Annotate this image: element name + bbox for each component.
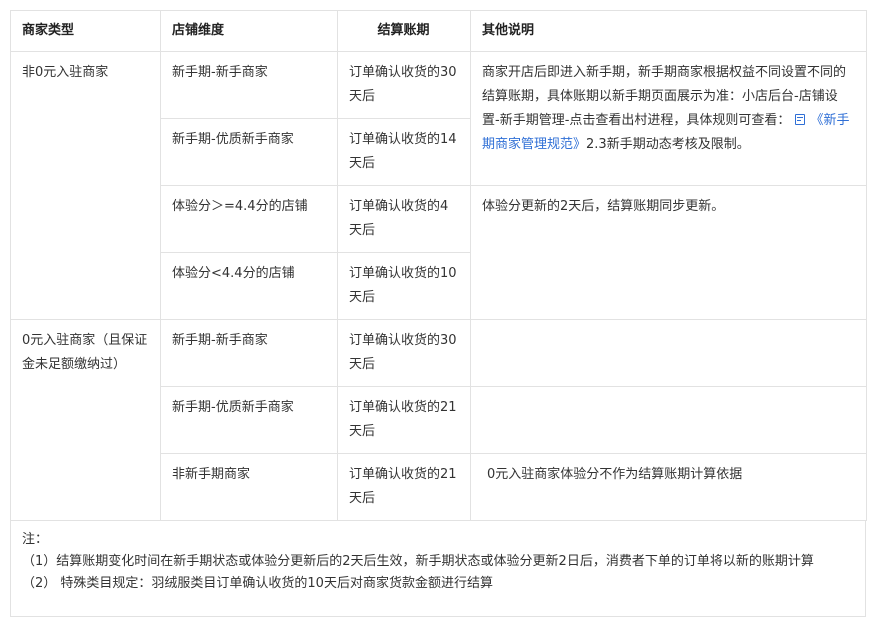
dimension-cell: 新手期-新手商家 (160, 51, 338, 119)
footnote-item: （2） 特殊类目规定：羽绒服类目订单确认收货的10天后对商家货款金额进行结算 (22, 576, 493, 591)
merchant-type-cell: 非0元入驻商家 (10, 51, 161, 320)
period-cell: 订单确认收货的21天后 (337, 386, 471, 454)
document-icon (794, 114, 805, 125)
note-cell-newbie: 商家开店后即进入新手期，新手期商家根据权益不同设置不同的结算账期，具体账期以新手… (470, 51, 867, 186)
note-cell-zero-entry: 0元入驻商家体验分不作为结算账期计算依据 (470, 453, 867, 521)
note-cell-empty (470, 319, 867, 387)
footnotes-title: 注： (22, 532, 49, 547)
period-cell: 订单确认收货的21天后 (337, 453, 471, 521)
header-merchant-type: 商家类型 (10, 10, 161, 52)
header-settlement-period: 结算账期 (337, 10, 471, 52)
dimension-cell: 新手期-优质新手商家 (160, 386, 338, 454)
table-header-row: 商家类型 店铺维度 结算账期 其他说明 (10, 10, 867, 52)
dimension-cell: 新手期-优质新手商家 (160, 118, 338, 186)
table-row: 0元入驻商家（且保证金未足额缴纳过） 新手期-新手商家 订单确认收货的30天后 (10, 319, 867, 521)
header-other-notes: 其他说明 (470, 10, 867, 52)
note-cell-score: 体验分更新的2天后，结算账期同步更新。 (470, 185, 867, 320)
footnote-item: （1）结算账期变化时间在新手期状态或体验分更新后的2天后生效，新手期状态或体验分… (22, 554, 814, 569)
period-cell: 订单确认收货的30天后 (337, 51, 471, 119)
dimension-cell: 体验分＞=4.4分的店铺 (160, 185, 338, 253)
note-cell-empty (470, 386, 867, 454)
header-store-dimension: 店铺维度 (160, 10, 338, 52)
period-cell: 订单确认收货的30天后 (337, 319, 471, 387)
table-row: 非0元入驻商家 新手期-新手商家 订单确认收货的30天后 商家开店后即进入新手期… (10, 51, 867, 320)
settlement-table: 商家类型 店铺维度 结算账期 其他说明 非0元入驻商家 新手期-新手商家 订单确… (10, 10, 867, 521)
footnotes: 注： （1）结算账期变化时间在新手期状态或体验分更新后的2天后生效，新手期状态或… (10, 521, 866, 617)
dimension-cell: 体验分<4.4分的店铺 (160, 252, 338, 320)
period-cell: 订单确认收货的10天后 (337, 252, 471, 320)
note-newbie-suffix: 2.3新手期动态考核及限制。 (586, 137, 750, 152)
period-cell: 订单确认收货的4天后 (337, 185, 471, 253)
dimension-cell: 非新手期商家 (160, 453, 338, 521)
merchant-type-cell: 0元入驻商家（且保证金未足额缴纳过） (10, 319, 161, 521)
note-newbie-text: 商家开店后即进入新手期，新手期商家根据权益不同设置不同的结算账期，具体账期以新手… (482, 65, 847, 128)
settlement-rules: 商家类型 店铺维度 结算账期 其他说明 非0元入驻商家 新手期-新手商家 订单确… (10, 10, 867, 617)
period-cell: 订单确认收货的14天后 (337, 118, 471, 186)
dimension-cell: 新手期-新手商家 (160, 319, 338, 387)
